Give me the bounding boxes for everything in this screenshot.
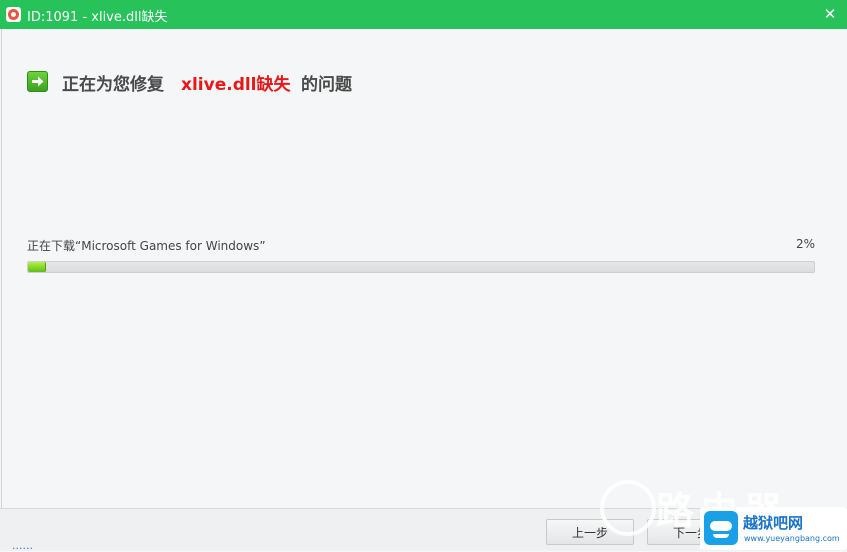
brand-name: 越狱吧网 <box>743 514 804 532</box>
brand-url: www.yueyangbang.com <box>744 534 840 543</box>
download-status-text: 正在下载“Microsoft Games for Windows” <box>27 239 266 253</box>
green-arrow-icon <box>27 71 48 92</box>
download-progress-bar <box>27 261 815 273</box>
download-percent: 2% <box>795 237 815 251</box>
heading-suffix: 的问题 <box>301 75 352 95</box>
heading-prefix: 正在为您修复 <box>62 75 164 95</box>
close-icon[interactable]: ✕ <box>819 3 841 25</box>
window-title: ID:1091 - xlive.dll缺失 <box>27 10 168 25</box>
title-bar: ID:1091 - xlive.dll缺失 ✕ <box>0 0 847 29</box>
app-lifebuoy-icon <box>6 7 21 22</box>
heading-error-name: xlive.dll缺失 <box>181 75 291 95</box>
prev-button[interactable]: 上一步 <box>546 519 634 545</box>
footer-link[interactable]: ...... <box>12 539 33 552</box>
progress-fill <box>28 262 47 272</box>
main-content: 正在为您修复 xlive.dll缺失 的问题 正在下载“Microsoft Ga… <box>1 29 847 508</box>
brand-mascot-icon <box>704 511 738 545</box>
brand-badge: 越狱吧网 www.yueyangbang.com <box>700 507 847 550</box>
